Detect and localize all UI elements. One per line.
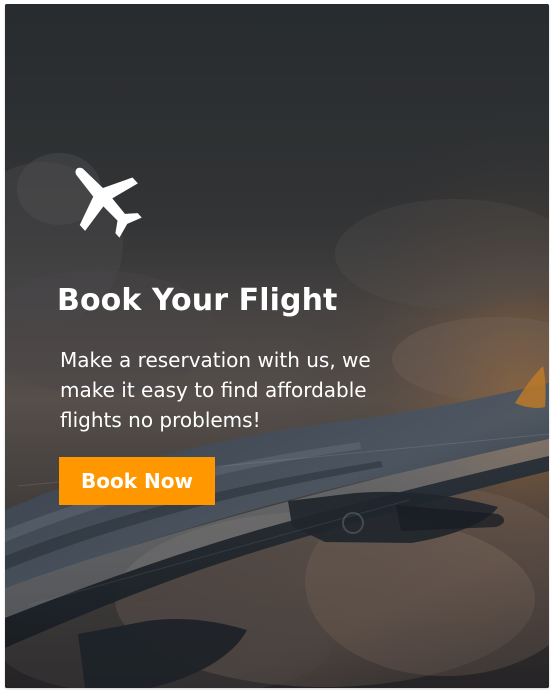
airplane-icon [75,167,142,238]
page-title: Book Your Flight [57,283,338,318]
book-now-button[interactable]: Book Now [59,457,215,505]
hero-description: Make a reservation with us, we make it e… [60,348,371,432]
page: Book Your Flight Make a reservation with… [0,0,553,696]
flight-booking-hero: Book Your Flight Make a reservation with… [5,4,549,688]
